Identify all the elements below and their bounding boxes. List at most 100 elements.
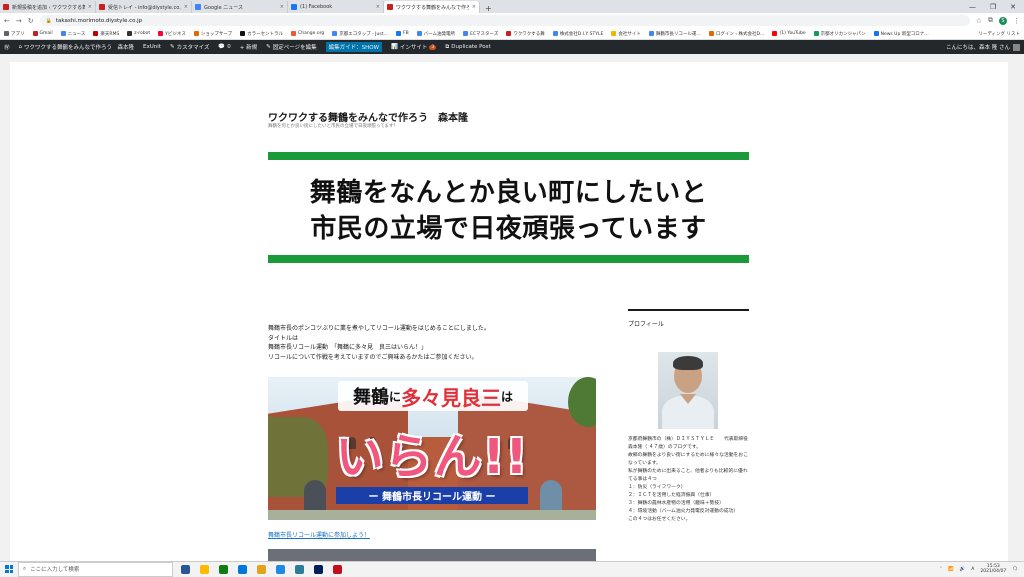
bookmark-item[interactable]: 会社サイト (611, 31, 641, 37)
bookmark-item[interactable]: (1) YouTube (772, 31, 806, 36)
wp-customize[interactable]: ✎ カスタマイズ (170, 43, 209, 51)
notification-icon[interactable]: 🗨 (1012, 567, 1018, 572)
bookmark-item[interactable]: z-robot (127, 31, 150, 36)
taskbar-app-icon[interactable] (219, 564, 228, 574)
lock-icon: 🔒 (45, 17, 52, 24)
bookmark-item[interactable]: バーム油発電所 (416, 31, 455, 37)
browser-tab[interactable]: ワクワクする舞鶴をみんなで作ろう × (384, 1, 480, 13)
minimize-button[interactable]: — (969, 3, 976, 11)
next-image-partial (268, 549, 596, 561)
wp-exunit[interactable]: ExUnit (143, 44, 161, 50)
back-icon[interactable]: ← (4, 17, 10, 25)
profile-avatar[interactable]: S (999, 16, 1007, 25)
bookmark-item[interactable]: 舞鶴市長リコール運… (648, 31, 701, 37)
tray-chevron-icon[interactable]: ˄ (940, 567, 942, 572)
tab-title: 新規投稿を追加 ‹ ワクワクする舞鶴を… (12, 4, 85, 11)
tab-close-icon[interactable]: × (376, 4, 380, 10)
bookmark-star-icon[interactable]: ☆ (976, 17, 982, 25)
browser-tab[interactable]: (1) Facebook × (288, 1, 384, 13)
wp-comments[interactable]: 💬 0 (218, 44, 230, 50)
taskbar-clock[interactable]: 15:53 2021/04/07 (980, 564, 1006, 575)
bookmark-item[interactable]: ワクワクする舞 (506, 31, 545, 37)
wp-howdy-label: こんにちは、森本 隆 さん (946, 45, 1010, 51)
url-text: takashi.morimoto.diystyle.co.jp (55, 17, 143, 24)
bookmark-item[interactable]: ショップサーブ (193, 31, 232, 37)
menu-kebab-icon[interactable]: ⋮ (1013, 17, 1020, 25)
wp-edit-guide[interactable]: 編集ガイド：SHOW (325, 42, 383, 52)
tab-close-icon[interactable]: × (472, 4, 476, 10)
profile-line: ４：環境活動（バーム油火力発電反対運動の成功） (628, 509, 739, 514)
recall-participate-link[interactable]: 舞鶴市長リコール運動に参加しよう！ (268, 530, 370, 539)
bookmark-label: z-robot (134, 31, 151, 36)
maximize-button[interactable]: ❐ (990, 3, 996, 11)
browser-tab[interactable]: 受信トレイ - info@diystyle.co.jp × (96, 1, 192, 13)
bookmark-item[interactable]: Gmail (32, 31, 53, 36)
wp-logo-icon[interactable]: Ⓦ (4, 43, 10, 51)
bookmark-item[interactable]: 株式会社D.I.Y STYLE (552, 31, 603, 37)
bookmark-item[interactable]: News Up 新型コロナ… (873, 31, 929, 37)
bookmark-item[interactable]: ECマスターズ (463, 31, 498, 37)
bookmark-item[interactable]: アプリ (4, 31, 25, 37)
wp-duplicate-post[interactable]: ⧉ Duplicate Post (445, 44, 490, 51)
profile-line: 私が舞鶴のために出来ること、他者よりも比較的に優れてる事は４つ (628, 469, 748, 482)
bookmark-label: (1) YouTube (779, 31, 806, 36)
bookmark-item[interactable]: FB (395, 31, 409, 36)
profile-line: １：防災（ライフワーク） (628, 485, 686, 490)
wp-insight[interactable]: 📊 インサイト 3 (391, 43, 437, 51)
tab-close-icon[interactable]: × (184, 4, 188, 10)
taskbar-app-icon[interactable] (295, 564, 304, 574)
taskbar-app-icon[interactable] (333, 564, 342, 574)
bookmark-item[interactable]: 楽天RMS (93, 31, 119, 37)
taskbar-app-icon[interactable] (238, 564, 247, 574)
bookmark-item[interactable]: ログイン ‹ 株式会社D… (708, 31, 764, 37)
header-banner: 舞鶴をなんとか良い町にしたいと 市民の立場で日夜頑張っています (268, 152, 749, 263)
start-button[interactable] (0, 562, 18, 577)
taskbar-app-icon[interactable] (314, 564, 323, 574)
hero-text-ni: に (388, 389, 401, 404)
tab-favicon-icon (291, 4, 297, 10)
bookmark-item[interactable]: Yビジネス (158, 31, 186, 37)
tab-title: Google ニュース (204, 4, 243, 11)
wp-insight-badge: 3 (429, 44, 437, 50)
taskbar-search[interactable]: ⌕ ここに入力して検索 (18, 561, 173, 577)
volume-icon[interactable]: 🔊 (960, 567, 966, 572)
extensions-icon[interactable]: ⧉ (988, 16, 993, 25)
wp-new[interactable]: + 新規 (240, 43, 257, 51)
browser-tab[interactable]: 新規投稿を追加 ‹ ワクワクする舞鶴を…× (0, 1, 96, 13)
reading-list[interactable]: リーディング リスト (978, 31, 1020, 37)
site-title[interactable]: ワクワクする舞鶴をみんなで作ろう 森本隆 (268, 109, 468, 124)
close-window-button[interactable]: ✕ (1010, 3, 1016, 11)
wp-edit-page[interactable]: ✎ 固定ページを編集 (266, 43, 317, 51)
tab-favicon-icon (99, 4, 105, 10)
recall-hero-image[interactable]: 舞鶴に多々見良三は いらん!! ー 舞鶴市長リコール運動 ー (268, 377, 596, 520)
taskbar-app-icon[interactable] (257, 564, 266, 574)
hero-recall-caption: ー 舞鶴市長リコール運動 ー (336, 487, 528, 504)
reload-icon[interactable]: ↻ (28, 17, 34, 25)
wp-exunit-label: ExUnit (143, 44, 161, 50)
taskbar-app-icon[interactable] (181, 564, 190, 574)
taskbar-app-icon[interactable] (200, 564, 209, 574)
profile-line: ２：ＩＣＴを活用した経済振興（仕事） (628, 493, 715, 498)
network-icon[interactable]: 📶 (948, 567, 954, 572)
bookmark-label: Change.org (298, 31, 325, 36)
ime-indicator[interactable]: A (971, 567, 974, 572)
bookmark-favicon-icon (60, 31, 66, 36)
wp-site-name[interactable]: ⌂ ワクワクする舞鶴をみんなで作ろう 森本隆 (19, 43, 135, 51)
bookmark-favicon-icon (416, 31, 422, 36)
bookmark-item[interactable]: ニュース (60, 31, 86, 37)
bookmark-item[interactable]: 京都エコタップ - Just… (332, 31, 388, 37)
url-field[interactable]: 🔒 takashi.morimoto.diystyle.co.jp (39, 15, 970, 26)
browser-tab[interactable]: Google ニュース × (192, 1, 288, 13)
forward-icon[interactable]: → (16, 17, 22, 25)
bookmark-item[interactable]: Change.org (291, 31, 324, 36)
tab-close-icon[interactable]: × (280, 4, 284, 10)
bookmark-item[interactable]: 京都オリカンジャパン (813, 31, 866, 37)
new-tab-button[interactable]: + (480, 4, 497, 13)
banner-green-bar-top (268, 152, 749, 160)
tab-close-icon[interactable]: × (88, 4, 92, 10)
tab-favicon-icon (387, 4, 393, 10)
taskbar-app-icon[interactable] (276, 564, 285, 574)
wp-howdy[interactable]: こんにちは、森本 隆 さん (946, 43, 1020, 51)
bookmark-label: ニュース (67, 31, 86, 37)
bookmark-item[interactable]: カラーセントラル (240, 31, 283, 37)
